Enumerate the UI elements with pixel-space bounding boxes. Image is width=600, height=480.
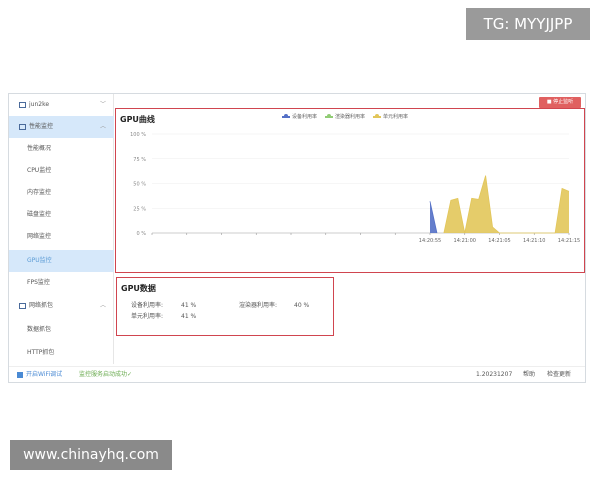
sidebar-item-cpu[interactable]: CPU监控 xyxy=(9,160,114,182)
group-label: 性能监控 xyxy=(29,123,54,130)
x-tick-label: 14:21:15 xyxy=(558,238,580,244)
gpu-chart: 0 % 25 % 50 % 75 % 100 % 14:20:55 14:21:00 14:2… xyxy=(130,132,580,244)
watermark-top: TG: MYYJJPP xyxy=(466,8,590,40)
sidebar: jun2ke ﹀ 性能监控 ︿ 性能概况 CPU监控 内存监控 磁盘监控 网络监控 … xyxy=(9,94,114,364)
service-status: 监控服务启动成功✓ xyxy=(79,371,133,378)
device-selector[interactable]: jun2ke ﹀ xyxy=(9,94,114,116)
legend-unit[interactable]: 单元利用率 xyxy=(373,113,408,120)
stop-label: 停止监听 xyxy=(553,99,574,105)
sidebar-item-fps[interactable]: FPS监控 xyxy=(9,272,114,294)
help-link[interactable]: 帮助 xyxy=(523,367,535,383)
chevron-down-icon: ﹀ xyxy=(99,101,106,108)
watermark-bottom: www.chinayhq.com xyxy=(10,440,172,470)
version: 1.20231207 xyxy=(476,371,513,378)
unit-util-value: 41 % xyxy=(181,313,197,320)
sidebar-item-network[interactable]: 网络监控 xyxy=(9,226,114,248)
gpu-data-panel: GPU数据 设备利用率: 41 % 渲染器利用率: 40 % 单元利用率: 41 % xyxy=(116,277,334,336)
status-bar: 开启WiFi调试 监控服务启动成功✓ 1.20231207 帮助 检查更新 xyxy=(9,366,585,382)
y-tick-label: 100 % xyxy=(130,132,146,138)
gpu-chart-panel: 0 % 25 % 50 % 75 % 100 % 14:20:55 14:21:00 14:2… xyxy=(115,108,585,273)
device-util-value: 41 % xyxy=(181,302,197,309)
sidebar-item-overview[interactable]: 性能概况 xyxy=(9,138,114,160)
chart-title: GPU曲线 xyxy=(120,115,155,124)
y-tick-label: 0 % xyxy=(136,231,146,237)
legend-renderer[interactable]: 渲染器利用率 xyxy=(325,113,365,120)
sidebar-item-gpu[interactable]: GPU监控 xyxy=(9,250,114,272)
sidebar-group-capture[interactable]: 网络抓包 ︿ xyxy=(9,295,114,317)
device-util-label: 设备利用率: xyxy=(131,302,164,309)
group-label: 网络抓包 xyxy=(29,302,54,309)
device-name: jun2ke xyxy=(29,101,50,108)
legend-device[interactable]: 设备利用率 xyxy=(282,113,317,120)
x-tick-label: 14:20:55 xyxy=(419,238,441,244)
renderer-util-label: 渲染器利用率: xyxy=(239,302,278,309)
wifi-label: 开启WiFi调试 xyxy=(26,371,63,378)
chevron-up-icon: ︿ xyxy=(99,123,106,130)
check-update-link[interactable]: 检查更新 xyxy=(547,367,571,383)
y-tick-label: 25 % xyxy=(133,206,146,212)
sidebar-item-disk[interactable]: 磁盘监控 xyxy=(9,204,114,226)
renderer-util-value: 40 % xyxy=(294,302,310,309)
sidebar-item-http-capture[interactable]: HTTP抓包 xyxy=(9,342,114,364)
checkbox-icon xyxy=(17,371,23,378)
y-tick-label: 50 % xyxy=(133,182,146,188)
chart-legend: 设备利用率 渲染器利用率 单元利用率 xyxy=(282,113,408,120)
stop-monitor-button[interactable]: ■ 停止监听 xyxy=(539,97,581,108)
monitor-icon xyxy=(19,123,26,130)
unit-util-label: 单元利用率: xyxy=(131,313,164,320)
series-line xyxy=(443,175,570,234)
y-tick-label: 75 % xyxy=(133,157,146,163)
capture-icon xyxy=(19,302,26,309)
app-window: jun2ke ﹀ 性能监控 ︿ 性能概况 CPU监控 内存监控 磁盘监控 网络监控 … xyxy=(8,93,586,383)
phone-icon xyxy=(19,101,26,108)
data-title: GPU数据 xyxy=(121,284,156,293)
x-tick-label: 14:21:00 xyxy=(454,238,476,244)
sidebar-item-memory[interactable]: 内存监控 xyxy=(9,182,114,204)
wifi-debug-checkbox[interactable]: 开启WiFi调试 xyxy=(17,367,62,383)
x-tick-label: 14:21:10 xyxy=(523,238,545,244)
chevron-up-icon: ︿ xyxy=(99,302,106,309)
x-tick-label: 14:21:05 xyxy=(488,238,510,244)
sidebar-item-data-capture[interactable]: 数据抓包 xyxy=(9,319,114,341)
sidebar-group-performance[interactable]: 性能监控 ︿ xyxy=(9,116,114,138)
